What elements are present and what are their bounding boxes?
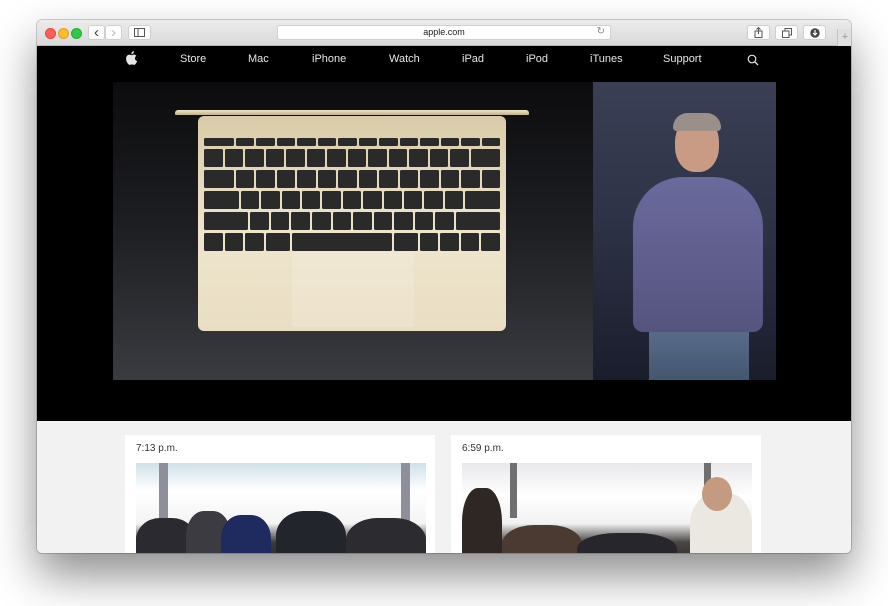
nav-ipad[interactable]: iPad <box>462 53 484 65</box>
sidebar-button[interactable] <box>128 25 151 40</box>
browser-toolbar: ‹ › apple.com ↻ + <box>37 20 851 46</box>
update-card[interactable]: 7:13 p.m. <box>125 435 435 553</box>
forward-button[interactable]: › <box>105 25 122 40</box>
product-screen <box>113 82 593 380</box>
macbook-lid <box>175 110 529 115</box>
global-nav: Store Mac iPhone Watch iPad iPod iTunes … <box>37 46 851 74</box>
update-photo[interactable] <box>462 463 752 553</box>
downloads-button[interactable] <box>803 25 826 40</box>
url-text: apple.com <box>423 27 465 37</box>
minimize-button[interactable] <box>58 28 69 39</box>
nav-mac[interactable]: Mac <box>248 53 269 65</box>
update-timestamp: 7:13 p.m. <box>136 443 178 454</box>
update-photo[interactable] <box>136 463 426 553</box>
tab-overview-button[interactable] <box>775 25 798 40</box>
plus-icon: + <box>841 31 849 43</box>
close-button[interactable] <box>45 28 56 39</box>
chevron-left-icon: ‹ <box>94 23 99 41</box>
nav-ipod[interactable]: iPod <box>526 53 548 65</box>
webpage: Store Mac iPhone Watch iPad iPod iTunes … <box>37 46 851 553</box>
update-timestamp: 6:59 p.m. <box>462 443 504 454</box>
browser-window: ‹ › apple.com ↻ + Store Mac iPhone Watch… <box>37 20 851 553</box>
nav-itunes[interactable]: iTunes <box>590 53 623 65</box>
live-updates: 7:13 p.m. 6:59 p.m. <box>37 421 851 553</box>
trackpad <box>292 252 414 327</box>
update-card[interactable]: 6:59 p.m. <box>451 435 761 553</box>
share-icon <box>754 27 763 38</box>
macbook-image <box>198 116 506 331</box>
nav-watch[interactable]: Watch <box>389 53 420 65</box>
zoom-button[interactable] <box>71 28 82 39</box>
sidebar-icon <box>134 28 145 37</box>
reload-icon[interactable]: ↻ <box>597 26 605 37</box>
nav-iphone[interactable]: iPhone <box>312 53 346 65</box>
keynote-video[interactable] <box>37 74 851 421</box>
nav-support[interactable]: Support <box>663 53 702 65</box>
address-bar[interactable]: apple.com ↻ <box>277 25 611 40</box>
share-button[interactable] <box>747 25 770 40</box>
tab-overview-icon <box>781 27 792 38</box>
search-icon[interactable] <box>747 54 759 66</box>
apple-logo-icon[interactable] <box>125 51 137 65</box>
keyboard <box>204 138 501 251</box>
chevron-right-icon: › <box>111 23 116 41</box>
download-icon <box>809 27 820 38</box>
back-button[interactable]: ‹ <box>88 25 105 40</box>
presenter-feed <box>593 82 776 380</box>
nav-store[interactable]: Store <box>180 53 206 65</box>
new-tab-button[interactable]: + <box>837 29 851 46</box>
